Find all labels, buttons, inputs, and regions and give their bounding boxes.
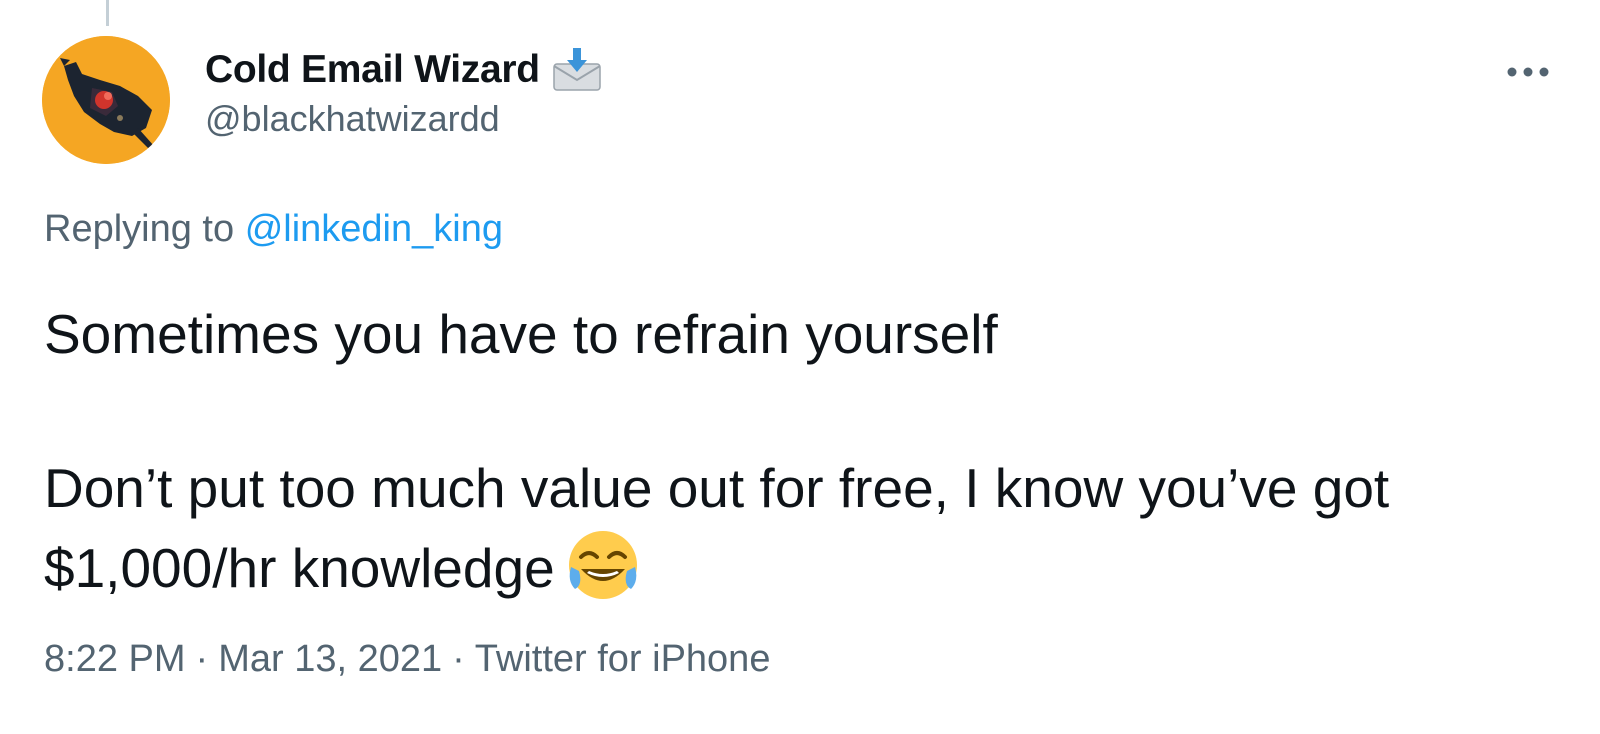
more-options-button[interactable] <box>1500 52 1556 92</box>
avatar[interactable] <box>42 36 170 164</box>
tweet-date-link[interactable]: Mar 13, 2021 <box>218 638 442 680</box>
tweet-time-link[interactable]: 8:22 PM <box>44 638 186 680</box>
tweet: Cold Email Wizard @blackhatwizardd Reply… <box>0 0 1600 734</box>
tweet-text-line-with-emoji: $1,000/hr knowledge <box>44 527 1544 607</box>
wizard-avatar-icon <box>42 36 170 164</box>
tweet-text-line: Don’t put too much value out for free, I… <box>44 457 1390 519</box>
more-dots-icon <box>1507 67 1549 77</box>
paragraph-break <box>44 373 1544 450</box>
replying-to: Replying to @linkedin_king <box>44 208 503 251</box>
tweet-text-line: Sometimes you have to refrain yourself <box>44 303 998 365</box>
face-with-tears-of-joy-icon <box>565 527 641 603</box>
incoming-envelope-icon <box>550 46 604 94</box>
replying-to-mention-link[interactable]: @linkedin_king <box>245 208 503 250</box>
tweet-metadata: 8:22 PM · Mar 13, 2021 · Twitter for iPhone <box>44 638 770 681</box>
tweet-text: Sometimes you have to refrain yourself D… <box>44 296 1544 607</box>
replying-to-label: Replying to <box>44 208 235 250</box>
separator-dot: · <box>452 638 465 680</box>
author-handle[interactable]: @blackhatwizardd <box>205 98 604 140</box>
author-display-name[interactable]: Cold Email Wizard <box>205 48 540 92</box>
tweet-text-line: $1,000/hr knowledge <box>44 537 555 599</box>
tweet-source-link[interactable]: Twitter for iPhone <box>475 638 771 680</box>
author-name-row: Cold Email Wizard <box>205 44 604 96</box>
separator-dot: · <box>195 638 209 680</box>
tweet-author: Cold Email Wizard @blackhatwizardd <box>205 44 604 140</box>
